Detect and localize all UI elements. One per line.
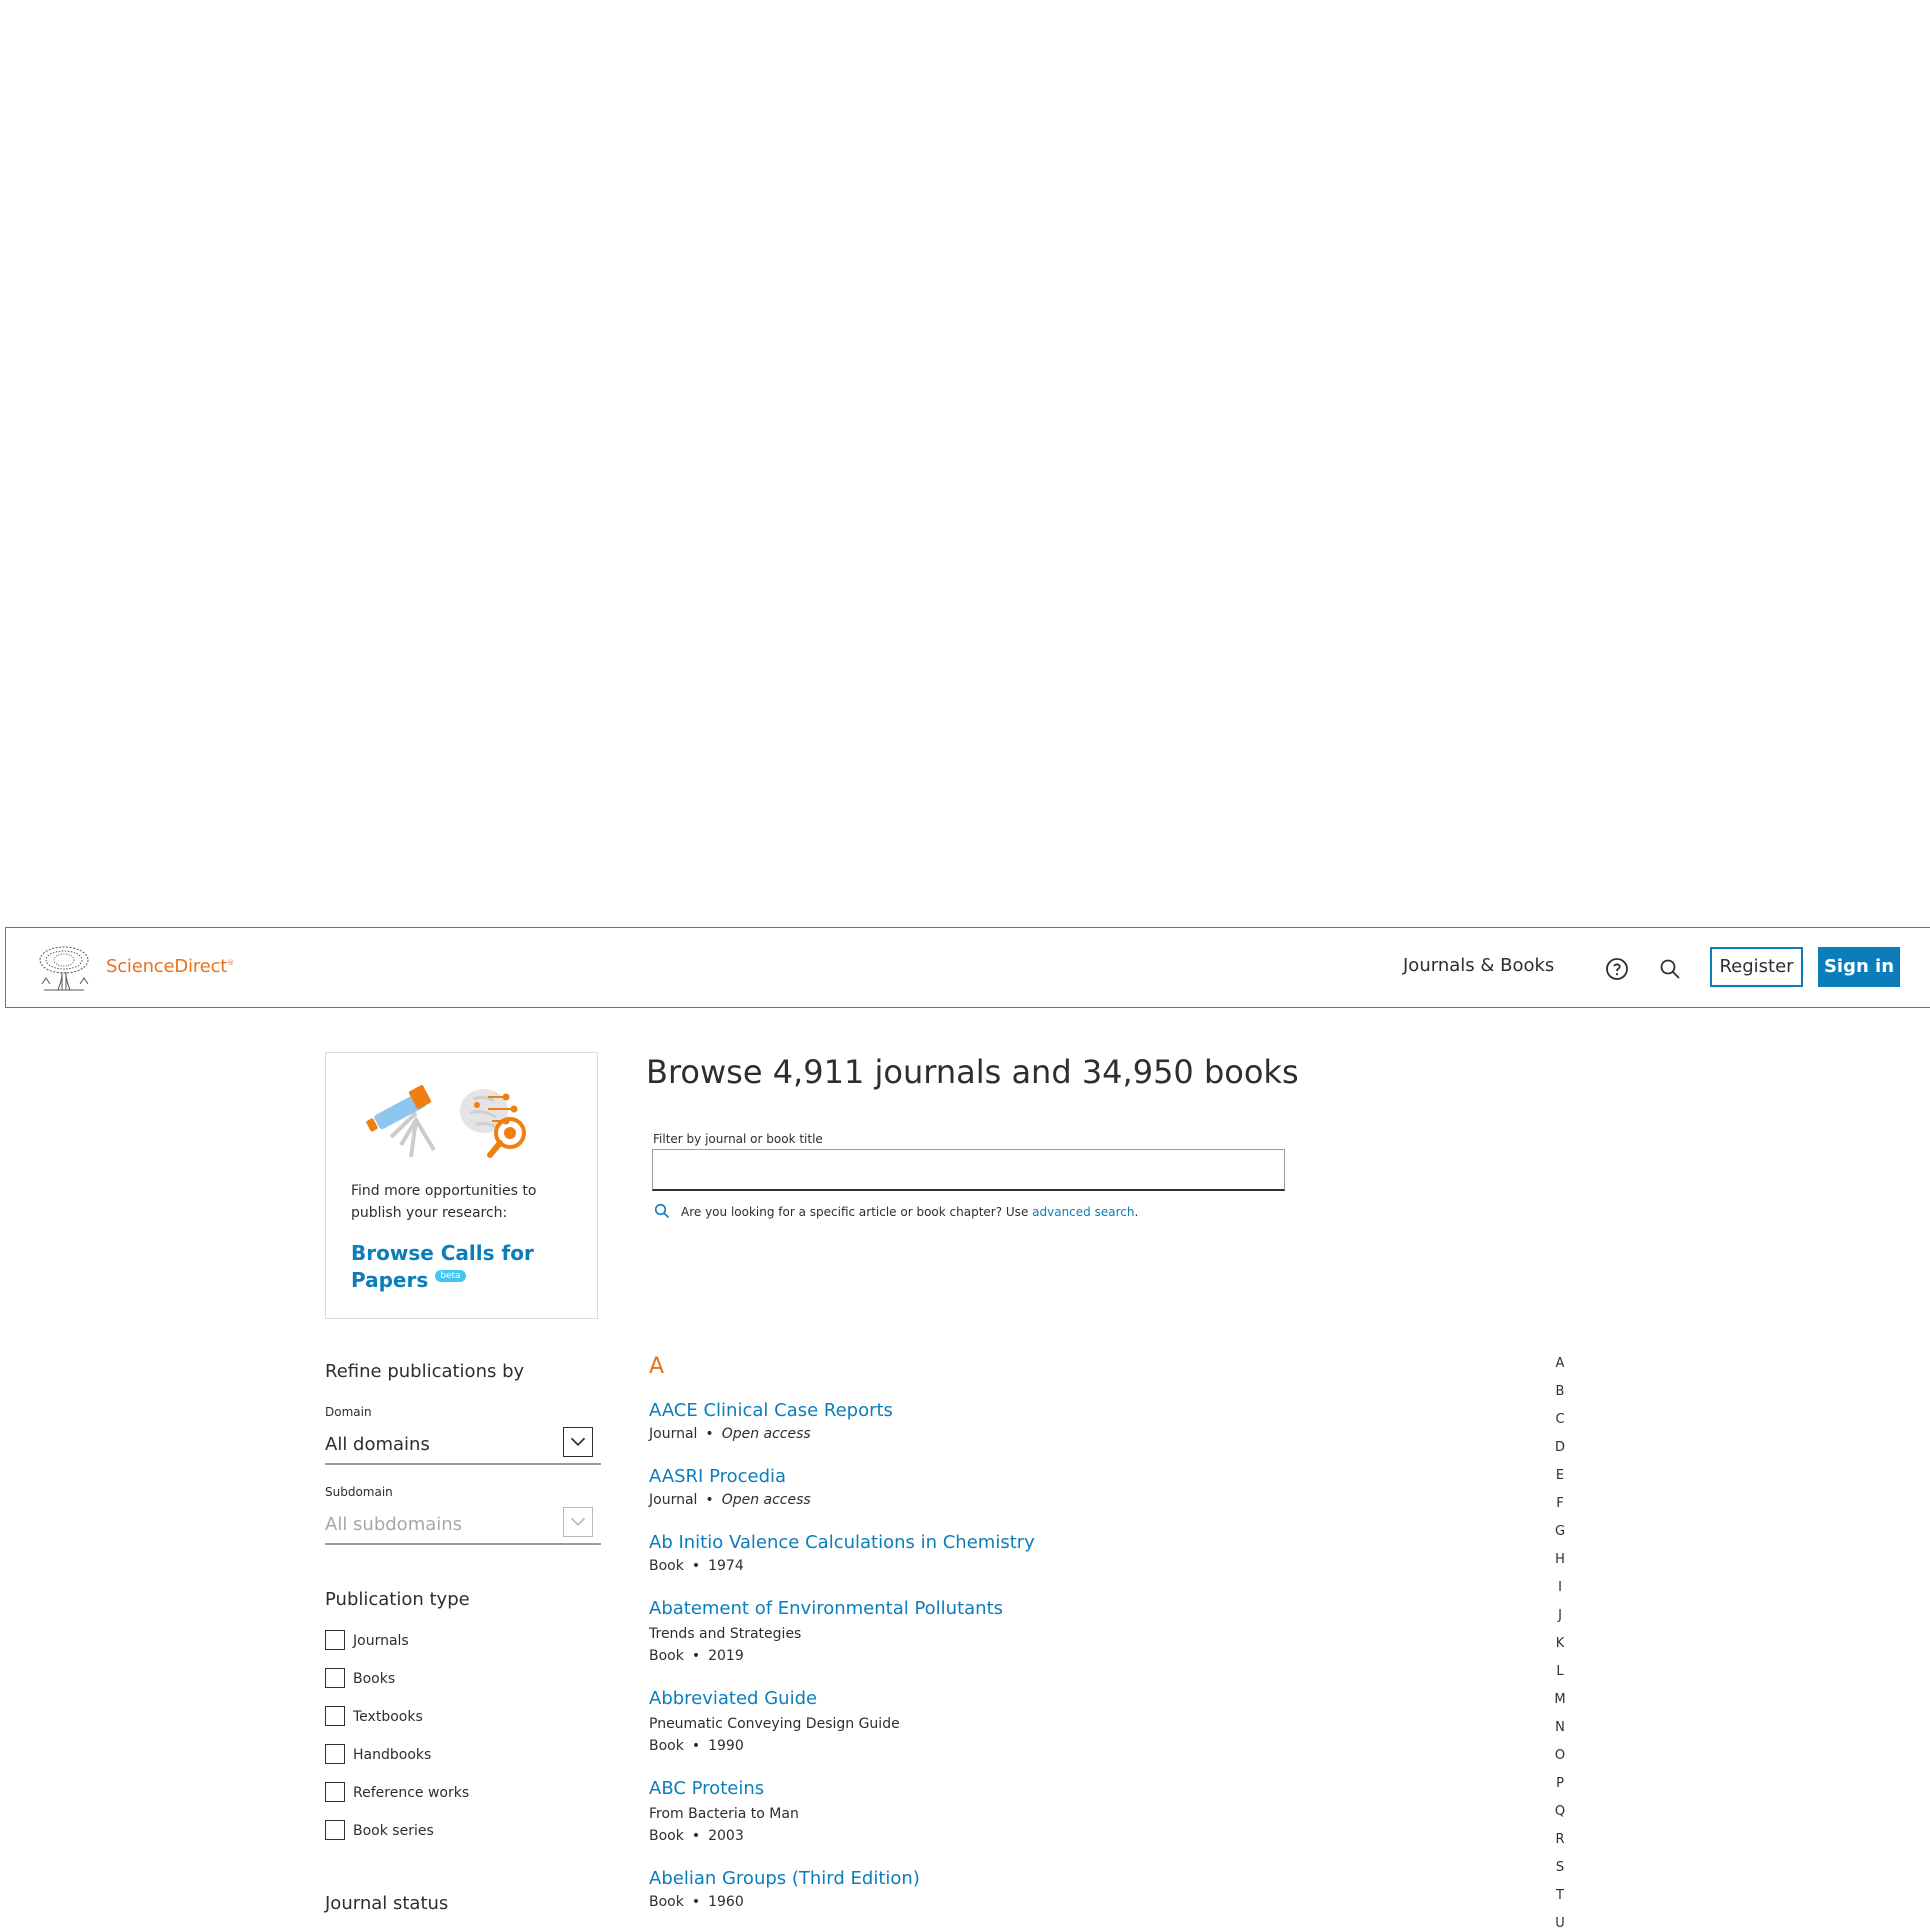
subdomain-label: Subdomain <box>325 1485 393 1499</box>
alphabet-letter-f[interactable]: F <box>1550 1496 1570 1524</box>
alphabet-letter-k[interactable]: K <box>1550 1636 1570 1664</box>
search-icon <box>654 1203 670 1219</box>
publication-title-link[interactable]: ABC Proteins <box>649 1777 764 1801</box>
chevron-down-icon <box>563 1427 593 1457</box>
alphabet-letter-a[interactable]: A <box>1550 1356 1570 1384</box>
filter-title-input[interactable] <box>652 1149 1285 1191</box>
alphabet-letter-b[interactable]: B <box>1550 1384 1570 1412</box>
checkbox-label: Handbooks <box>353 1747 432 1763</box>
checkbox-label: Journals <box>353 1633 409 1649</box>
publication-meta: Book • 1990 <box>649 1738 744 1754</box>
register-button[interactable]: Register <box>1710 947 1803 987</box>
publication-meta: Book • 2019 <box>649 1648 744 1664</box>
publication-meta: Journal • Open access <box>649 1492 811 1508</box>
alphabet-letter-o[interactable]: O <box>1550 1748 1570 1776</box>
list-item: Abbreviated Guide Pneumatic Conveying De… <box>649 1687 1449 1757</box>
publication-subtitle: Pneumatic Conveying Design Guide <box>649 1716 900 1732</box>
publication-meta: Book • 1960 <box>649 1894 744 1910</box>
publication-subtitle: From Bacteria to Man <box>649 1806 799 1822</box>
list-item: ABC Proteins From Bacteria to Man Book • 2… <box>649 1777 1449 1847</box>
filter-label: Filter by journal or book title <box>653 1132 823 1146</box>
telescope-brain-illustration <box>366 1085 526 1158</box>
checkbox-box[interactable] <box>325 1630 345 1650</box>
alphabet-navigation: ABCDEFGHIJKLMNOPQRSTU <box>1550 1356 1570 1930</box>
sign-in-button[interactable]: Sign in <box>1818 947 1900 987</box>
subdomain-value: All subdomains <box>325 1514 463 1535</box>
letter-heading: A <box>649 1354 665 1379</box>
checkbox-label: Textbooks <box>353 1709 423 1725</box>
beta-badge: beta <box>435 1270 466 1282</box>
publication-meta: Journal • Open access <box>649 1426 811 1442</box>
publication-title-link[interactable]: Abbreviated Guide <box>649 1687 817 1711</box>
alphabet-letter-i[interactable]: I <box>1550 1580 1570 1608</box>
alphabet-letter-j[interactable]: J <box>1550 1608 1570 1636</box>
publication-title-link[interactable]: Ab Initio Valence Calculations in Chemis… <box>649 1531 1035 1555</box>
promo-text: Find more opportunities to publish your … <box>351 1183 537 1221</box>
domain-label: Domain <box>325 1405 372 1419</box>
checkbox-box[interactable] <box>325 1744 345 1764</box>
list-item: Abelian Groups (Third Edition) Book • 1960 <box>649 1867 1449 1913</box>
publication-meta: Book • 1974 <box>649 1558 744 1574</box>
alphabet-letter-u[interactable]: U <box>1550 1916 1570 1930</box>
checkbox-label: Books <box>353 1671 396 1687</box>
list-item: AACE Clinical Case Reports Journal • Open … <box>649 1399 1449 1445</box>
help-icon[interactable] <box>1605 957 1629 981</box>
brand-name[interactable]: ScienceDirect® <box>106 956 234 977</box>
subdomain-select[interactable]: All subdomains <box>325 1507 601 1545</box>
advanced-search-link[interactable]: advanced search <box>1032 1205 1134 1219</box>
advanced-search-hint: Are you looking for a specific article o… <box>681 1205 1139 1219</box>
publication-title-link[interactable]: AASRI Procedia <box>649 1465 786 1489</box>
alphabet-letter-r[interactable]: R <box>1550 1832 1570 1860</box>
alphabet-letter-d[interactable]: D <box>1550 1440 1570 1468</box>
checkbox-box[interactable] <box>325 1820 345 1840</box>
elsevier-tree-logo[interactable] <box>36 944 92 992</box>
alphabet-letter-m[interactable]: M <box>1550 1692 1570 1720</box>
alphabet-letter-n[interactable]: N <box>1550 1720 1570 1748</box>
refine-title: Refine publications by <box>325 1361 525 1382</box>
checkbox-box[interactable] <box>325 1782 345 1802</box>
alphabet-letter-s[interactable]: S <box>1550 1860 1570 1888</box>
search-icon[interactable] <box>1659 958 1681 980</box>
alphabet-letter-e[interactable]: E <box>1550 1468 1570 1496</box>
telescope-illustration <box>366 1085 436 1158</box>
alphabet-letter-h[interactable]: H <box>1550 1552 1570 1580</box>
top-navigation-bar: ScienceDirect® Journals & Books Register… <box>5 927 1930 1008</box>
page-title: Browse 4,911 journals and 34,950 books <box>646 1053 1299 1091</box>
calls-for-papers-promo: Find more opportunities to publish your … <box>325 1052 598 1319</box>
browse-calls-for-papers-link[interactable]: Browse Calls for Papers beta <box>351 1240 571 1294</box>
publication-list: AACE Clinical Case Reports Journal • Open … <box>649 1399 1449 1930</box>
checkbox-label: Book series <box>353 1823 434 1839</box>
publication-title-link[interactable]: Abelian Groups (Third Edition) <box>649 1867 920 1891</box>
checkbox-box[interactable] <box>325 1706 345 1726</box>
domain-select[interactable]: All domains <box>325 1427 601 1465</box>
nav-journals-books[interactable]: Journals & Books <box>1403 955 1554 976</box>
publication-subtitle: Trends and Strategies <box>649 1626 802 1642</box>
list-item: Abatement of Environmental Pollutants Tr… <box>649 1597 1449 1667</box>
domain-value: All domains <box>325 1434 430 1455</box>
publication-meta: Book • 2003 <box>649 1828 744 1844</box>
journal-status-title: Journal status <box>325 1893 449 1914</box>
publication-title-link[interactable]: AACE Clinical Case Reports <box>649 1399 893 1423</box>
list-item: Ab Initio Valence Calculations in Chemis… <box>649 1531 1449 1577</box>
alphabet-letter-g[interactable]: G <box>1550 1524 1570 1552</box>
alphabet-letter-l[interactable]: L <box>1550 1664 1570 1692</box>
alphabet-letter-q[interactable]: Q <box>1550 1804 1570 1832</box>
alphabet-letter-p[interactable]: P <box>1550 1776 1570 1804</box>
list-item: AASRI Procedia Journal • Open access <box>649 1465 1449 1511</box>
checkbox-label: Reference works <box>353 1785 470 1801</box>
publication-title-link[interactable]: Abatement of Environmental Pollutants <box>649 1597 1003 1621</box>
brain-search-illustration <box>460 1089 526 1158</box>
alphabet-letter-c[interactable]: C <box>1550 1412 1570 1440</box>
chevron-down-icon <box>563 1507 593 1537</box>
publication-type-title: Publication type <box>325 1589 470 1610</box>
checkbox-box[interactable] <box>325 1668 345 1688</box>
alphabet-letter-t[interactable]: T <box>1550 1888 1570 1916</box>
